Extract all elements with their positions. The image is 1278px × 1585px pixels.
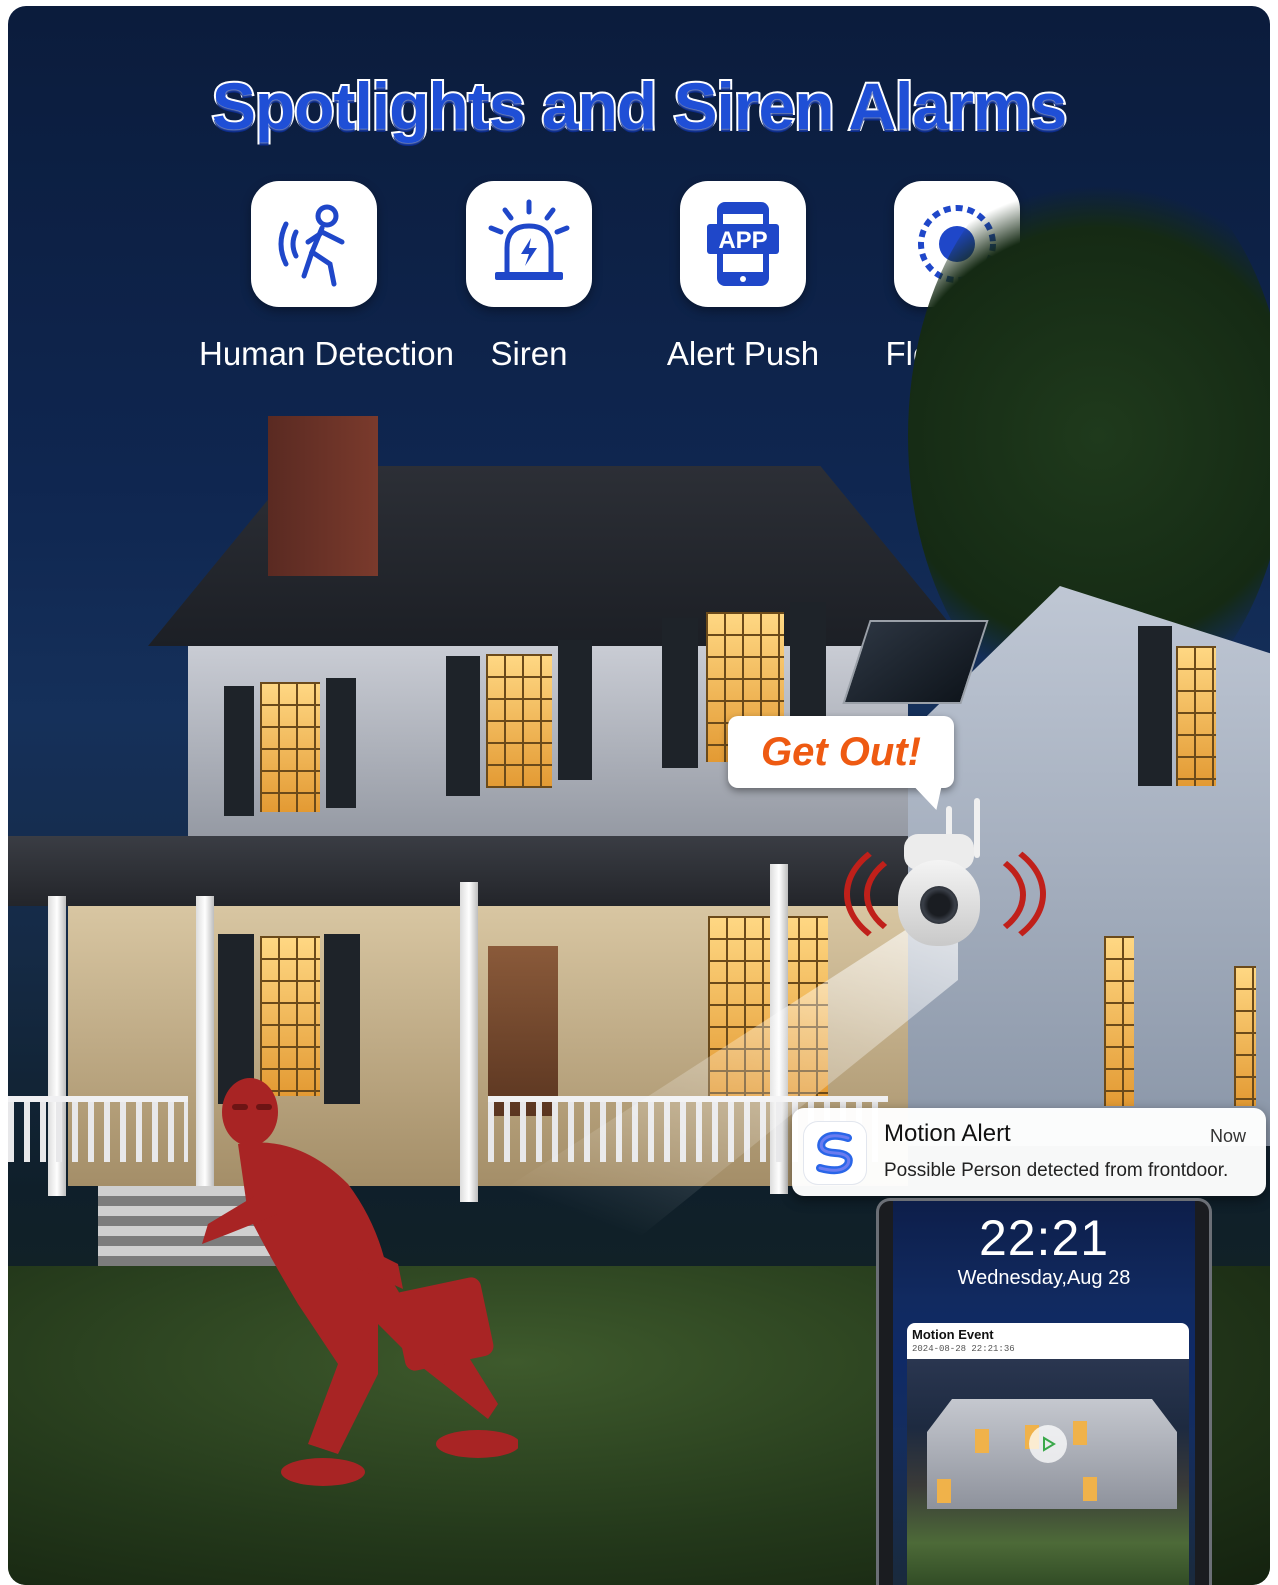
window: [1176, 646, 1216, 786]
page-title: Spotlights and Siren Alarms: [210, 67, 1069, 145]
feature-alert-push: APP Alert Push: [628, 181, 858, 373]
app-phone-icon: APP: [707, 202, 779, 286]
snapshot-window: [937, 1479, 951, 1503]
burglar-figure: [202, 1078, 518, 1486]
phone-clock: 22:21: [978, 1210, 1110, 1266]
play-icon[interactable]: [1029, 1425, 1067, 1463]
shutter: [662, 618, 698, 768]
phone-date: Wednesday,Aug 28: [957, 1267, 1131, 1289]
shutter: [326, 678, 356, 808]
app-logo-icon: [804, 1122, 866, 1184]
event-title: Motion Event: [912, 1327, 994, 1342]
snapshot-window: [1083, 1477, 1097, 1501]
window: [1234, 966, 1256, 1106]
event-snapshot: [907, 1359, 1189, 1585]
feature-label: Human Detection: [199, 335, 454, 372]
siren-icon: [488, 199, 570, 280]
notification-title: Motion Alert: [884, 1120, 1011, 1147]
siren-wave: [864, 842, 1026, 948]
window: [486, 654, 552, 788]
notification-time: Now: [1209, 1126, 1246, 1146]
chimney: [268, 416, 378, 576]
shutter: [1138, 626, 1172, 786]
feature-siren: Siren: [414, 181, 644, 373]
shutter: [558, 640, 592, 780]
porch-railing: [8, 1096, 188, 1162]
feature-icon-box: [466, 181, 592, 307]
feature-label: Alert Push: [666, 335, 820, 372]
app-icon-text: APP: [718, 227, 767, 254]
shutter: [446, 656, 480, 796]
feature-icon-box: APP: [680, 181, 806, 307]
motion-event-card[interactable]: Motion Event 2024-08-28 22:21:36: [907, 1323, 1189, 1585]
snapshot-window: [1073, 1421, 1087, 1445]
snapshot-window: [975, 1429, 989, 1453]
window: [1104, 936, 1134, 1106]
phone-mockup: 22:21 Wednesday,Aug 28 Motion Event 2024…: [876, 1198, 1212, 1585]
window: [260, 682, 320, 812]
shutter: [224, 686, 254, 816]
feature-human-detection: Human Detection: [199, 181, 454, 373]
event-timestamp: 2024-08-28 22:21:36: [912, 1344, 1015, 1354]
feature-icon-box: [251, 181, 377, 307]
ad-frame: Spotlights and Siren Alarms Human Detect…: [8, 6, 1270, 1585]
window: [260, 936, 320, 1096]
feature-label: Siren: [490, 335, 568, 372]
motion-alert-notification[interactable]: Motion Alert Now Possible Person detecte…: [792, 1108, 1266, 1196]
speech-bubble-text: Get Out!: [761, 729, 921, 774]
phone-lock-screen: 22:21 Wednesday,Aug 28 Motion Event 2024…: [893, 1201, 1195, 1585]
notification-body: Possible Person detected from frontdoor.: [884, 1160, 1229, 1181]
app-logo-glyph: [816, 1131, 853, 1175]
speech-bubble: Get Out!: [728, 716, 954, 788]
human-motion-icon: [278, 204, 345, 287]
